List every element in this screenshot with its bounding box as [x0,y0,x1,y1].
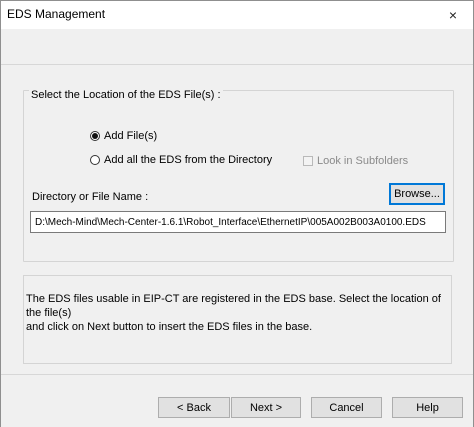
wizard-content: Select the Location of the EDS File(s) :… [1,65,473,374]
add-all-directory-radio[interactable]: Add all the EDS from the Directory [90,154,272,166]
checkbox-icon [303,156,313,166]
look-in-subfolders-label: Look in Subfolders [317,155,409,167]
eds-management-window: EDS Management × Select the Location of … [0,0,474,427]
help-button[interactable]: Help [392,397,463,418]
info-line-1: The EDS files usable in EIP-CT are regis… [26,293,441,319]
radio-unselected-icon [90,155,100,165]
back-button[interactable]: < Back [158,397,230,418]
info-text: The EDS files usable in EIP-CT are regis… [26,292,450,334]
next-button[interactable]: Next > [231,397,301,418]
browse-button[interactable]: Browse... [389,183,445,205]
location-group: Select the Location of the EDS File(s) :… [23,89,454,262]
wizard-footer: < Back Next > Cancel Help [1,374,473,427]
cancel-button[interactable]: Cancel [311,397,382,418]
directory-or-file-input[interactable]: D:\Mech-Mind\Mech-Center-1.6.1\Robot_Int… [30,211,446,233]
title-bar: EDS Management × [1,1,473,29]
look-in-subfolders-checkbox[interactable]: Look in Subfolders [303,155,408,167]
close-icon[interactable]: × [433,1,473,29]
add-files-radio-label: Add File(s) [104,130,158,142]
window-title: EDS Management [7,7,106,21]
add-files-radio[interactable]: Add File(s) [90,130,157,142]
info-line-2: and click on Next button to insert the E… [26,321,313,333]
radio-selected-icon [90,131,100,141]
info-panel: The EDS files usable in EIP-CT are regis… [23,275,452,364]
wizard-header [1,29,473,65]
location-group-label: Select the Location of the EDS File(s) : [29,89,223,101]
add-all-directory-radio-label: Add all the EDS from the Directory [104,154,273,166]
directory-or-file-label: Directory or File Name : [32,191,149,203]
